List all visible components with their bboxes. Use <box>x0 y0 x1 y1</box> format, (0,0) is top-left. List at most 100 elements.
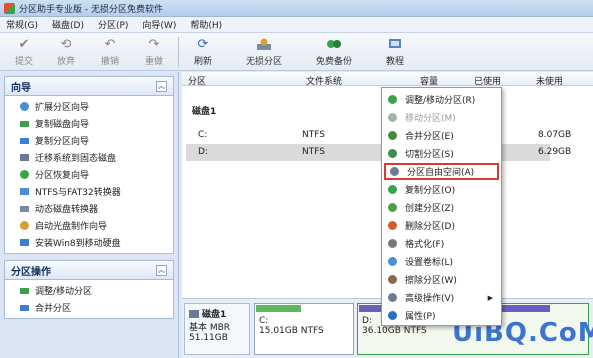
wizard-section-title: 向导 <box>11 82 31 94</box>
discard-button[interactable]: ⟲ 放弃 <box>48 34 84 70</box>
disk-icon <box>189 309 199 318</box>
wizard-item-copy-partition[interactable]: 复制分区向导 <box>5 132 173 149</box>
discard-icon: ⟲ <box>60 36 72 52</box>
copy-disk-icon <box>19 118 30 129</box>
menu-partition[interactable]: 分区(P) <box>98 18 128 31</box>
refresh-icon: ⟳ <box>197 36 209 52</box>
wizard-item-boot-cd[interactable]: 启动光盘制作向导 <box>5 217 173 234</box>
context-menu-item[interactable]: 擦除分区(W) <box>384 271 499 288</box>
resize-partition-icon <box>386 93 399 106</box>
context-menu-item[interactable]: 调整/移动分区(R) <box>384 91 499 108</box>
backup-icon <box>326 37 342 51</box>
recovery-icon <box>19 169 30 180</box>
disk-size: 51.11GB <box>189 333 228 343</box>
submenu-arrow-icon: ▶ <box>487 293 493 302</box>
commit-button[interactable]: ✔ 提交 <box>6 34 42 70</box>
usage-bar <box>256 305 302 312</box>
context-menu-item[interactable]: 高级操作(V) ▶ <box>384 289 499 306</box>
tutorial-button[interactable]: 教程 <box>377 34 413 70</box>
context-menu: 调整/移动分区(R) 移动分区(M) 合并分区(E) 切割分区(S) 分区自由空间(A)… <box>381 87 502 326</box>
collapse-icon[interactable]: ︽ <box>156 80 167 92</box>
lossless-partition-icon <box>256 37 272 51</box>
split-partition-icon <box>386 147 399 160</box>
allocate-free-space-icon <box>388 165 401 178</box>
col-capacity[interactable]: 容量 <box>420 74 438 87</box>
resize-icon <box>19 285 30 296</box>
app-logo-icon <box>4 2 15 14</box>
convert-icon <box>19 186 30 197</box>
free-backup-button[interactable]: 免费备份 <box>307 34 361 70</box>
wizard-item-extend[interactable]: 扩展分区向导 <box>5 98 173 115</box>
col-used[interactable]: 已使用 <box>474 74 501 87</box>
title-bar: 分区助手专业版 - 无损分区免费软件 <box>0 0 593 17</box>
context-menu-item[interactable]: 移动分区(M) <box>384 109 499 126</box>
op-item-merge[interactable]: 合并分区 <box>5 299 173 316</box>
context-menu-item[interactable]: 设置卷标(L) <box>384 253 499 270</box>
disk-name: 磁盘1 <box>202 310 227 320</box>
wizard-item-ntfs-fat32[interactable]: NTFS与FAT32转换器 <box>5 183 173 200</box>
create-partition-icon <box>386 201 399 214</box>
menu-help[interactable]: 帮助(H) <box>190 18 222 31</box>
copy-partition-icon <box>386 183 399 196</box>
partition-ops-section-header[interactable]: 分区操作 ︽ <box>4 260 174 280</box>
redo-icon: ↷ <box>148 36 160 52</box>
tutorial-icon <box>387 37 403 51</box>
context-menu-item[interactable]: 创建分区(Z) <box>384 199 499 216</box>
wizard-item-win8-usb[interactable]: 安装Win8到移动硬盘 <box>5 234 173 251</box>
undo-button[interactable]: ↶ 撤销 <box>92 34 128 70</box>
win8-usb-icon <box>19 237 30 248</box>
menu-wizard[interactable]: 向导(W) <box>142 18 176 31</box>
copy-partition-icon <box>19 135 30 146</box>
wizard-item-dynamic-disk[interactable]: 动态磁盘转换器 <box>5 200 173 217</box>
op-item-resize[interactable]: 调整/移动分区 <box>5 282 173 299</box>
menu-disk[interactable]: 磁盘(D) <box>52 18 84 31</box>
col-partition[interactable]: 分区 <box>188 74 206 87</box>
merge-icon <box>19 302 30 313</box>
collapse-icon[interactable]: ︽ <box>156 264 167 276</box>
context-menu-item[interactable]: 属性(P) <box>384 307 499 324</box>
toolbar-separator <box>178 37 179 67</box>
disk-type: 基本 MBR <box>189 323 231 333</box>
disk-group-label: 磁盘1 <box>192 107 217 117</box>
wizard-item-copy-disk[interactable]: 复制磁盘向导 <box>5 115 173 132</box>
wizard-list: 扩展分区向导 复制磁盘向导 复制分区向导 迁移系统到固态磁盘 分区恢复向导 NT… <box>4 96 174 254</box>
redo-button[interactable]: ↷ 重做 <box>136 34 172 70</box>
left-panel: 向导 ︽ 扩展分区向导 复制磁盘向导 复制分区向导 迁移系统到固态磁盘 分区恢复… <box>0 72 179 358</box>
partition-ops-section-title: 分区操作 <box>11 266 51 278</box>
undo-icon: ↶ <box>104 36 116 52</box>
window-title: 分区助手专业版 - 无损分区免费软件 <box>19 4 163 15</box>
col-unused[interactable]: 未使用 <box>536 74 563 87</box>
partition-block-c[interactable]: C: 15.01GB NTFS <box>254 303 354 355</box>
advanced-icon <box>386 291 399 304</box>
context-menu-item[interactable]: 格式化(F) <box>384 235 499 252</box>
refresh-button[interactable]: ⟳ 刷新 <box>185 34 221 70</box>
col-filesystem[interactable]: 文件系统 <box>306 74 342 87</box>
properties-icon <box>386 309 399 322</box>
dynamic-disk-icon <box>19 203 30 214</box>
format-icon <box>386 237 399 250</box>
menu-general[interactable]: 常规(G) <box>6 18 38 31</box>
wizard-item-recovery[interactable]: 分区恢复向导 <box>5 166 173 183</box>
context-menu-item[interactable]: 合并分区(E) <box>384 127 499 144</box>
check-icon: ✔ <box>18 36 30 52</box>
context-menu-item[interactable]: 分区自由空间(A) <box>384 163 499 180</box>
menu-bar: 常规(G) 磁盘(D) 分区(P) 向导(W) 帮助(H) <box>0 17 593 33</box>
wizard-item-migrate-ssd[interactable]: 迁移系统到固态磁盘 <box>5 149 173 166</box>
merge-partition-icon <box>386 129 399 142</box>
boot-cd-icon <box>19 220 30 231</box>
wizard-section-header[interactable]: 向导 ︽ <box>4 76 174 96</box>
wipe-partition-icon <box>386 273 399 286</box>
disk-info-box[interactable]: 磁盘1 基本 MBR 51.11GB <box>184 303 250 355</box>
context-menu-item[interactable]: 复制分区(O) <box>384 181 499 198</box>
context-menu-item[interactable]: 切割分区(S) <box>384 145 499 162</box>
migrate-ssd-icon <box>19 152 30 163</box>
table-header: 分区 文件系统 容量 已使用 未使用 <box>182 72 593 87</box>
lossless-partition-button[interactable]: 无损分区 <box>237 34 291 70</box>
move-partition-icon <box>386 111 399 124</box>
extend-partition-icon <box>19 101 30 112</box>
set-label-icon <box>386 255 399 268</box>
partition-ops-list: 调整/移动分区 合并分区 <box>4 280 174 319</box>
context-menu-item[interactable]: 删除分区(D) <box>384 217 499 234</box>
toolbar: ✔ 提交 ⟲ 放弃 ↶ 撤销 ↷ 重做 ⟳ 刷新 无损分区 免费备份 教程 <box>0 33 593 71</box>
delete-partition-icon <box>386 219 399 232</box>
